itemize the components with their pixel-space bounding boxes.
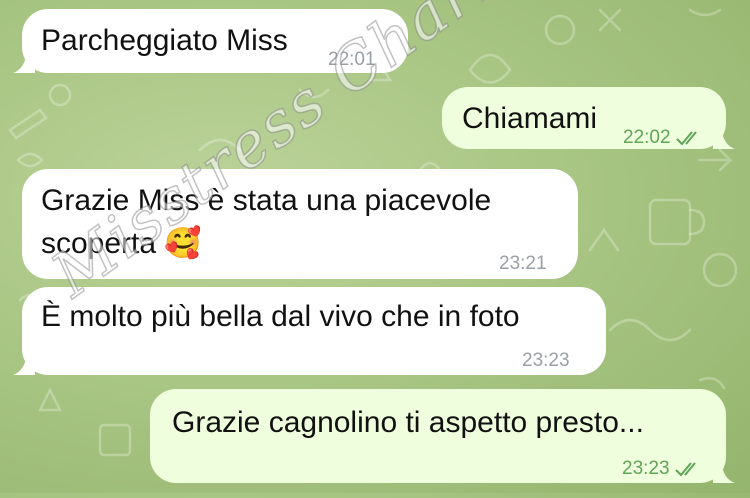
message-text: È molto più bella dal vivo che in foto (41, 300, 520, 333)
message-timestamp: 22:02 (623, 127, 671, 148)
bubble-tail (713, 127, 735, 149)
message-bubble-outgoing[interactable]: Grazie cagnolino ti aspetto presto... 23… (150, 389, 735, 483)
message-timestamp: 23:23 (522, 350, 570, 371)
message-timestamp: 23:21 (499, 253, 547, 274)
bubble-tail (713, 461, 735, 483)
bubble-tail (13, 51, 35, 73)
message-text: Grazie cagnolino ti aspetto presto... (172, 406, 644, 439)
message-bubble-incoming[interactable]: È molto più bella dal vivo che in foto 2… (13, 287, 606, 375)
message-text-line: Grazie Miss è stata una piacevole (41, 184, 492, 217)
message-text: Parcheggiato Miss (41, 24, 288, 57)
double-check-icon (674, 462, 696, 477)
message-bubble-incoming[interactable]: Parcheggiato Miss 22:01 (13, 9, 408, 73)
message-text: Chiamami (462, 102, 598, 135)
message-meta: 22:02 (623, 119, 703, 157)
message-bubble-incoming[interactable]: Grazie Miss è stata una piacevole scoper… (22, 169, 578, 279)
message-timestamp: 22:01 (328, 49, 376, 70)
message-timestamp: 23:23 (622, 458, 670, 479)
message-meta: 23:23 (622, 450, 702, 488)
bubble-tail (13, 353, 35, 375)
double-check-icon (675, 131, 697, 146)
message-bubble-outgoing[interactable]: Chiamami 22:02 (442, 87, 735, 149)
message-text-line: scoperta 🥰 (41, 227, 202, 260)
